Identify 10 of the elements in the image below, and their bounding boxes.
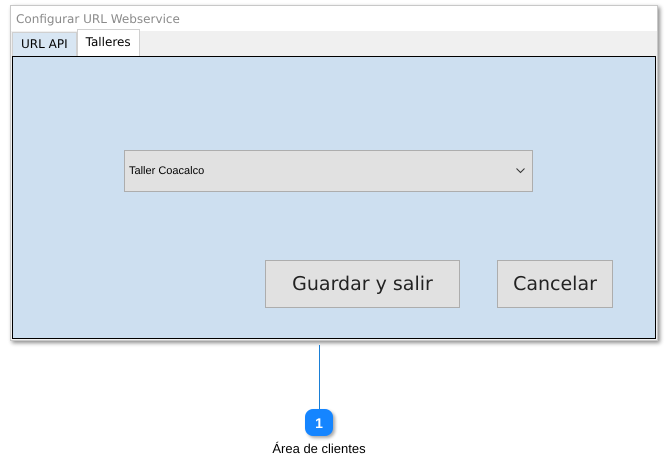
save-button[interactable]: Guardar y salir [265, 260, 460, 308]
workshop-dropdown[interactable]: Taller Coacalco [124, 150, 533, 192]
leader-line [318, 345, 320, 409]
window-title: Configurar URL Webservice [16, 12, 180, 26]
callout-label: Área de clientes [272, 441, 366, 456]
cancel-button[interactable]: Cancelar [497, 260, 613, 308]
callout-number: 1 [305, 409, 333, 436]
caret-icon [516, 168, 525, 174]
tab[interactable]: URL API [12, 32, 77, 56]
tab[interactable]: Talleres [76, 29, 140, 56]
